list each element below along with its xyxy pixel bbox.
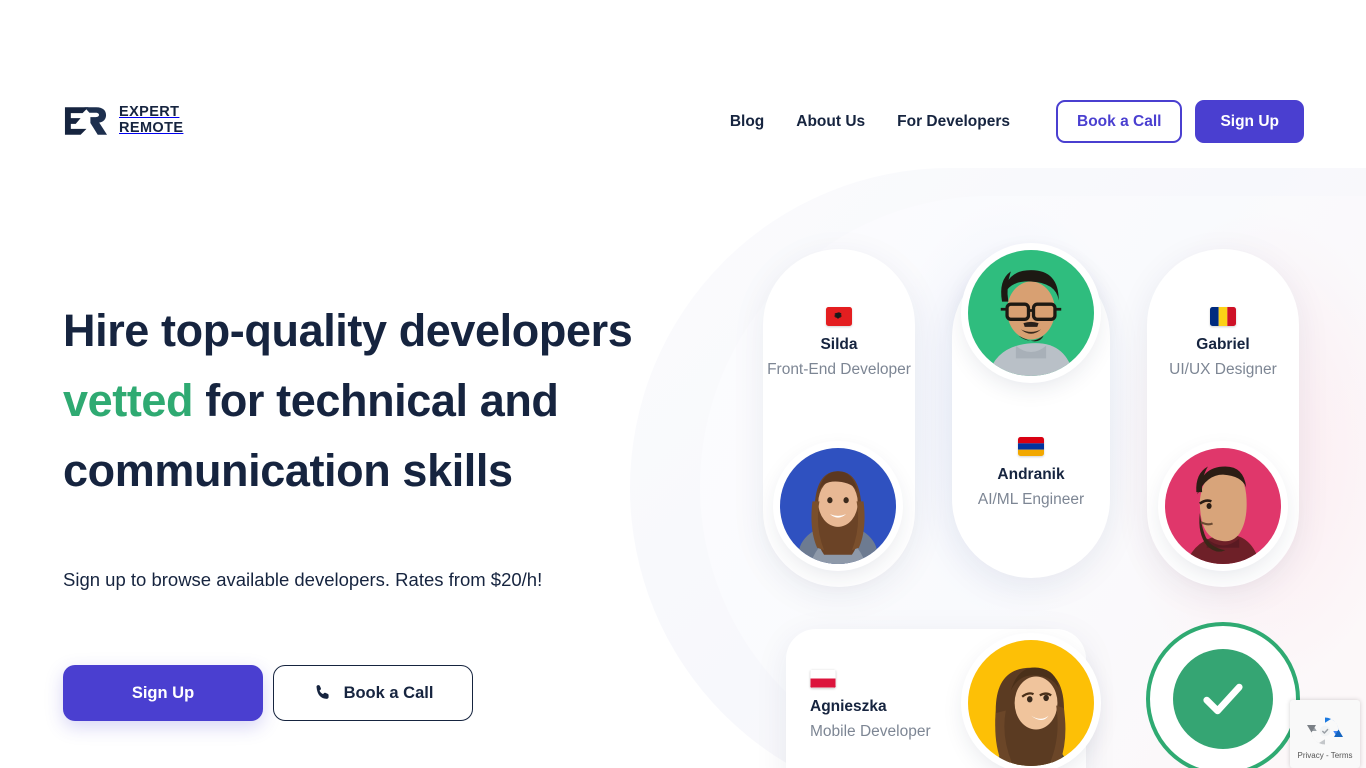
site-header: EXPERT REMOTE Blog About Us For Develope… (0, 0, 1366, 175)
developer-name: Silda (820, 336, 858, 353)
hero-headline-accent: vetted (63, 374, 194, 426)
developer-role: UI/UX Designer (1169, 361, 1277, 378)
avatar-agnieszka (968, 640, 1094, 766)
recaptcha-icon (1307, 717, 1343, 744)
hero-content: Hire top-quality developers vetted for t… (63, 296, 683, 722)
phone-icon (316, 685, 329, 699)
nav-link-blog[interactable]: Blog (714, 113, 780, 131)
logo-text-line2: REMOTE (119, 120, 184, 136)
avatar-silda (780, 448, 896, 564)
logo-text: EXPERT REMOTE (119, 105, 183, 136)
recaptcha-badge[interactable]: Privacy - Terms (1290, 700, 1360, 768)
avatar-gabriel (1165, 448, 1281, 564)
developer-name: Andranik (997, 466, 1065, 483)
hero-headline: Hire top-quality developers vetted for t… (63, 296, 683, 505)
flag-armenia-icon (1018, 437, 1044, 456)
main-navigation: Blog About Us For Developers Book a Call… (714, 100, 1304, 143)
hero-subtext: Sign up to browse available developers. … (63, 569, 543, 591)
verified-badge (1146, 622, 1300, 768)
flag-poland-icon (810, 669, 836, 688)
logo[interactable]: EXPERT REMOTE (63, 104, 183, 138)
check-icon (1203, 683, 1243, 715)
developer-name: Gabriel (1196, 336, 1250, 353)
flag-albania-icon (826, 307, 852, 326)
nav-sign-up-button[interactable]: Sign Up (1195, 100, 1304, 143)
nav-link-about-us[interactable]: About Us (780, 113, 881, 131)
recaptcha-label: Privacy - Terms (1297, 750, 1353, 760)
logo-text-line1: EXPERT (119, 104, 180, 121)
hero-book-a-call-button[interactable]: Book a Call (273, 665, 473, 722)
expert-remote-logo-icon (64, 107, 108, 135)
avatar-andranik (968, 250, 1094, 376)
verified-badge-circle (1173, 649, 1273, 749)
developer-role: Mobile Developer (810, 723, 931, 740)
developer-role: AI/ML Engineer (977, 491, 1085, 508)
hero-headline-part1: Hire top-quality developers (63, 305, 633, 356)
hero-sign-up-button[interactable]: Sign Up (63, 665, 263, 722)
nav-book-a-call-button[interactable]: Book a Call (1056, 100, 1183, 143)
nav-link-for-developers[interactable]: For Developers (881, 113, 1026, 131)
hero-cta-row: Sign Up Book a Call (63, 665, 683, 722)
hero-book-a-call-label: Book a Call (343, 683, 434, 702)
developer-name: Agnieszka (810, 698, 887, 715)
developer-role: Front-End Developer (767, 361, 911, 378)
flag-romania-icon (1210, 307, 1236, 326)
